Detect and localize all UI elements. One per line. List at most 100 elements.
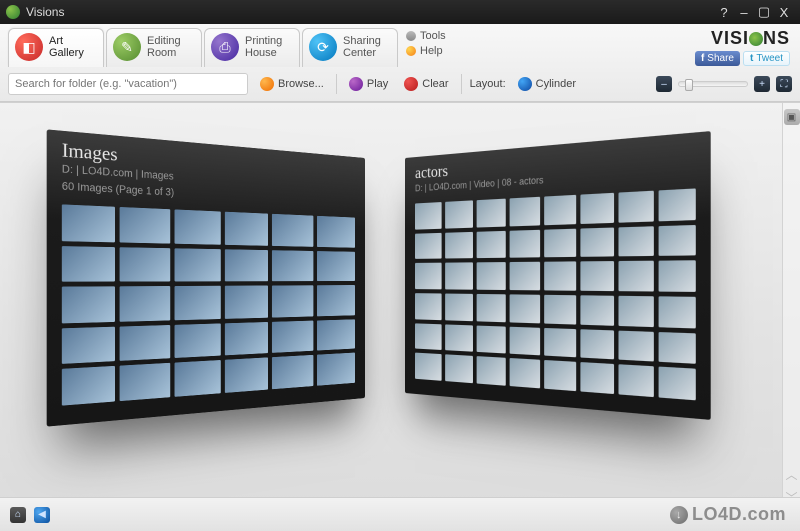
tab-sharing-center[interactable]: ⟳ Sharing Center (302, 28, 398, 67)
thumbnail[interactable] (445, 294, 473, 321)
thumbnail[interactable] (477, 199, 506, 228)
thumbnail[interactable] (272, 285, 313, 317)
thumbnail[interactable] (317, 353, 355, 386)
thumbnail[interactable] (415, 263, 442, 289)
thumbnail[interactable] (659, 261, 696, 292)
thumbnail[interactable] (580, 295, 614, 325)
tools-menu[interactable]: Tools (406, 30, 446, 42)
thumbnail[interactable] (510, 326, 541, 355)
thumbnail[interactable] (445, 355, 473, 384)
thumbnail[interactable] (225, 249, 269, 282)
close-button[interactable]: X (774, 5, 794, 20)
tweet-button[interactable]: tTweet (743, 51, 790, 66)
thumbnail[interactable] (317, 251, 355, 282)
thumbnail[interactable] (120, 286, 170, 321)
chevron-up-icon[interactable]: ︿ (785, 466, 797, 483)
thumbnail[interactable] (510, 197, 541, 226)
thumbnail[interactable] (477, 325, 506, 354)
thumbnail[interactable] (477, 262, 506, 290)
thumbnail[interactable] (272, 355, 313, 389)
back-button[interactable]: ◀ (34, 507, 50, 523)
play-button[interactable]: Play (345, 75, 392, 93)
thumbnail[interactable] (174, 360, 221, 396)
viewport[interactable]: Images D: | LO4D.com | Images 60 Images … (0, 102, 800, 512)
home-button[interactable]: ⌂ (10, 507, 26, 523)
thumbnail[interactable] (225, 212, 269, 246)
thumbnail[interactable] (618, 191, 653, 223)
thumbnail[interactable] (477, 294, 506, 322)
thumbnail[interactable] (477, 356, 506, 385)
thumbnail[interactable] (415, 293, 442, 320)
thumbnail[interactable] (445, 200, 473, 228)
tab-editing-room[interactable]: ✎ Editing Room (106, 28, 202, 67)
thumbnail[interactable] (544, 360, 576, 391)
maximize-button[interactable]: ▢ (754, 4, 774, 20)
thumbnail[interactable] (174, 248, 221, 282)
minimize-button[interactable]: – (734, 5, 754, 20)
thumbnail[interactable] (62, 204, 116, 242)
thumbnail[interactable] (62, 246, 116, 282)
thumbnail[interactable] (659, 332, 696, 365)
thumbnail[interactable] (445, 263, 473, 290)
thumbnail[interactable] (544, 262, 576, 291)
gallery-panel-left[interactable]: Images D: | LO4D.com | Images 60 Images … (47, 129, 365, 426)
thumbnail[interactable] (120, 207, 170, 243)
thumbnail[interactable] (510, 262, 541, 290)
zoom-out-button[interactable]: – (656, 76, 672, 92)
thumbnail[interactable] (317, 319, 355, 351)
fullscreen-button[interactable]: ⛶ (776, 76, 792, 92)
zoom-slider[interactable] (678, 81, 748, 87)
thumbnail[interactable] (225, 322, 269, 356)
thumbnail[interactable] (174, 209, 221, 244)
thumbnail[interactable] (272, 214, 313, 247)
thumbnail[interactable] (659, 296, 696, 328)
thumbnail[interactable] (445, 232, 473, 259)
sidebar-collapse-button[interactable]: ▣ (784, 109, 800, 125)
thumbnail[interactable] (580, 329, 614, 360)
share-button[interactable]: fShare (695, 51, 740, 66)
tab-art-gallery[interactable]: ◧ Art Gallery (8, 28, 104, 67)
thumbnail[interactable] (225, 286, 269, 319)
zoom-in-button[interactable]: + (754, 76, 770, 92)
thumbnail[interactable] (62, 366, 116, 405)
thumbnail[interactable] (477, 230, 506, 258)
browse-button[interactable]: Browse... (256, 75, 328, 93)
thumbnail[interactable] (580, 227, 614, 257)
thumbnail[interactable] (618, 261, 653, 291)
zoom-thumb[interactable] (685, 79, 693, 91)
clear-button[interactable]: Clear (400, 75, 452, 93)
thumbnail[interactable] (272, 320, 313, 353)
thumbnail[interactable] (174, 323, 221, 358)
thumbnail[interactable] (659, 188, 696, 221)
thumbnail[interactable] (618, 330, 653, 362)
thumbnail[interactable] (544, 328, 576, 358)
thumbnail[interactable] (544, 228, 576, 257)
thumbnail[interactable] (62, 326, 116, 364)
tab-printing-house[interactable]: ⎙ Printing House (204, 28, 300, 67)
thumbnail[interactable] (580, 261, 614, 291)
thumbnail[interactable] (510, 229, 541, 258)
help-menu[interactable]: Help (406, 45, 446, 57)
thumbnail[interactable] (415, 202, 442, 229)
thumbnail[interactable] (544, 295, 576, 324)
thumbnail[interactable] (659, 225, 696, 257)
thumbnail[interactable] (618, 226, 653, 257)
thumbnail[interactable] (272, 250, 313, 282)
thumbnail[interactable] (618, 296, 653, 327)
thumbnail[interactable] (120, 325, 170, 362)
thumbnail[interactable] (225, 358, 269, 393)
thumbnail[interactable] (544, 195, 576, 225)
thumbnail[interactable] (120, 247, 170, 282)
layout-selector[interactable]: Cylinder (514, 75, 580, 93)
gallery-panel-right[interactable]: actors D: | LO4D.com | Video | 08 - acto… (405, 131, 711, 420)
thumbnail[interactable] (510, 294, 541, 323)
thumbnail[interactable] (174, 286, 221, 320)
thumbnail[interactable] (120, 363, 170, 401)
thumbnail[interactable] (415, 323, 442, 350)
thumbnail[interactable] (62, 287, 116, 324)
search-input[interactable] (8, 73, 248, 95)
thumbnail[interactable] (445, 324, 473, 352)
thumbnail[interactable] (317, 216, 355, 248)
help-window-button[interactable]: ? (714, 5, 734, 20)
thumbnail[interactable] (580, 362, 614, 394)
